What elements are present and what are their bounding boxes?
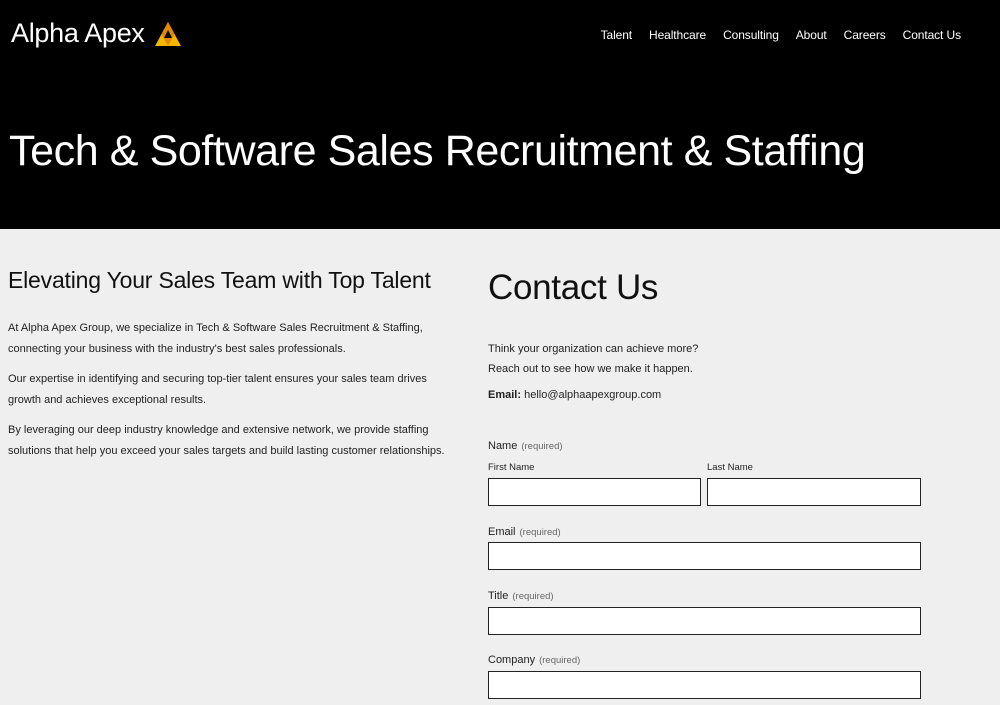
title-input[interactable] — [488, 607, 921, 635]
contact-heading: Contact Us — [488, 268, 659, 307]
about-paragraph: Our expertise in identifying and securin… — [8, 373, 427, 406]
title-field-label: Title (required) — [488, 586, 554, 604]
brand-name: Alpha Apex — [11, 18, 145, 48]
nav-careers[interactable]: Careers — [844, 28, 886, 42]
main-nav: Talent Healthcare Consulting About Caree… — [584, 28, 961, 42]
required-note: (required) — [539, 655, 581, 666]
name-label: Name — [488, 440, 518, 452]
email-label: Email — [488, 526, 516, 538]
about-paragraph: At Alpha Apex Group, we specialize in Te… — [8, 322, 423, 355]
contact-intro: Think your organization can achieve more… — [488, 339, 921, 379]
nav-about[interactable]: About — [796, 28, 827, 42]
about-paragraph: By leveraging our deep industry knowledg… — [8, 424, 445, 457]
page-title: Tech & Software Sales Recruitment & Staf… — [9, 127, 866, 175]
last-name-input[interactable] — [707, 478, 921, 506]
required-note: (required) — [521, 441, 563, 452]
first-name-label: First Name — [488, 462, 535, 473]
contact-intro-line: Reach out to see how we make it happen. — [488, 363, 693, 375]
brand-logo[interactable]: Alpha Apex — [11, 18, 182, 49]
company-field-label: Company (required) — [488, 650, 580, 668]
required-note: (required) — [519, 527, 561, 538]
contact-intro-line: Think your organization can achieve more… — [488, 343, 699, 355]
hero-header: Alpha Apex Talent Healthcare Consulting … — [0, 0, 1000, 229]
nav-contact-us[interactable]: Contact Us — [903, 28, 961, 42]
last-name-label: Last Name — [707, 462, 753, 473]
triangle-a-logo-icon — [154, 21, 181, 46]
company-label: Company — [488, 654, 536, 666]
contact-email-link[interactable]: hello@alphaapexgroup.com — [524, 389, 661, 401]
nav-consulting[interactable]: Consulting — [723, 28, 779, 42]
nav-talent[interactable]: Talent — [601, 28, 633, 42]
required-note: (required) — [512, 591, 554, 602]
contact-email: Email: hello@alphaapexgroup.com — [488, 389, 921, 401]
contact-email-label: Email: — [488, 389, 522, 401]
contact-section: Contact Us Think your organization can a… — [488, 268, 921, 699]
name-field-label: Name (required) — [488, 436, 563, 454]
nav-healthcare[interactable]: Healthcare — [649, 28, 706, 42]
company-input[interactable] — [488, 671, 921, 699]
email-input[interactable] — [488, 542, 921, 570]
email-field-label: Email (required) — [488, 522, 561, 540]
first-name-input[interactable] — [488, 478, 701, 506]
title-label: Title — [488, 590, 509, 602]
about-heading: Elevating Your Sales Team with Top Talen… — [8, 267, 431, 293]
about-section: Elevating Your Sales Team with Top Talen… — [8, 267, 448, 471]
